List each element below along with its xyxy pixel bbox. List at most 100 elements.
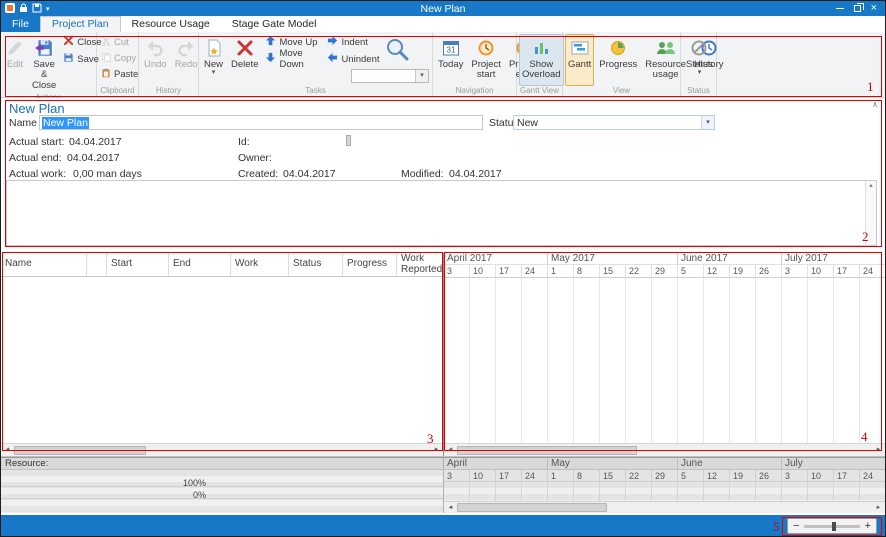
indent-arrow-icon	[327, 35, 338, 49]
ribbon-group-tasks: New ▾ Delete Move Up Move Down	[199, 32, 433, 97]
actual-start-value: 04.04.2017	[69, 136, 122, 148]
resource-left-panel: Resource: 100% 0%	[1, 458, 444, 513]
task-column-work[interactable]: Work	[231, 253, 289, 276]
name-input[interactable]: New Plan	[39, 115, 483, 130]
move-down-label: Move Down	[279, 48, 321, 70]
zoom-slider[interactable]	[804, 525, 859, 528]
cut-scissors-icon	[101, 36, 111, 49]
progress-coin-icon	[609, 36, 627, 60]
resource-chart-area[interactable]	[444, 482, 885, 502]
resource-hscrollbar[interactable]: ◄ ►	[444, 501, 885, 513]
save-and-close-button[interactable]: Save & Close	[29, 34, 59, 93]
status-select[interactable]: New ▾	[513, 115, 715, 130]
scroll-thumb[interactable]	[14, 446, 146, 455]
timeline-month: June	[678, 458, 782, 469]
notes-scrollbar[interactable]: ▲	[865, 181, 876, 245]
task-search-input[interactable]: ▾	[351, 69, 429, 83]
task-column-end[interactable]: End	[169, 253, 231, 276]
task-column-work-reported[interactable]: Work Reported	[397, 253, 443, 276]
timeline-week: 12	[704, 470, 730, 481]
task-column-start[interactable]: Start	[107, 253, 169, 276]
tab-file[interactable]: File	[1, 16, 40, 32]
task-table-hscrollbar[interactable]: ◄ ►	[1, 443, 443, 456]
timeline-week: 5	[678, 470, 704, 481]
today-button[interactable]: 31 Today	[435, 34, 466, 86]
scroll-left-icon[interactable]: ◄	[1, 447, 14, 453]
created-value: 04.04.2017	[283, 168, 336, 180]
timeline-month: April 2017	[444, 253, 548, 264]
scroll-left-icon[interactable]: ◄	[444, 505, 457, 511]
notes-textarea[interactable]: ▲	[6, 180, 877, 246]
redo-button[interactable]: Redo	[172, 34, 201, 86]
task-column-progress[interactable]: Progress	[343, 253, 397, 276]
paste-clipboard-icon	[101, 68, 111, 81]
close-window-button[interactable]: ×	[871, 3, 877, 14]
task-column-status[interactable]: Status	[289, 253, 343, 276]
scroll-right-icon[interactable]: ►	[430, 447, 443, 453]
project-start-button[interactable]: Project start	[468, 34, 504, 86]
tab-project-plan[interactable]: Project Plan	[40, 16, 121, 32]
name-label: Name	[9, 117, 37, 129]
status-button[interactable]: Status ▾	[683, 34, 716, 86]
notes-scroll-up-icon[interactable]: ▲	[866, 181, 876, 191]
qat-save-icon[interactable]	[32, 0, 42, 18]
gantt-view-button[interactable]: Gantt	[565, 34, 594, 86]
status-select-value: New	[514, 117, 538, 129]
move-up-label: Move Up	[279, 37, 317, 48]
timeline-week: 24	[522, 470, 548, 481]
zoom-in-button[interactable]: +	[865, 519, 871, 533]
group-label-status: Status	[681, 86, 716, 97]
restore-button[interactable]	[854, 5, 861, 12]
timeline-week: 15	[600, 265, 626, 277]
cut-button[interactable]: Cut	[99, 34, 136, 50]
timeline-week: 10	[470, 265, 496, 277]
zoom-slider-thumb[interactable]	[832, 522, 836, 531]
search-icon	[384, 36, 410, 67]
show-overload-button[interactable]: Show Overload	[519, 34, 564, 86]
task-column-name[interactable]: Name	[1, 253, 87, 276]
owner-label: Owner:	[238, 152, 272, 164]
search-dropdown-icon[interactable]: ▾	[415, 70, 428, 82]
collapse-chevron-icon[interactable]: ∧	[872, 100, 878, 109]
undo-button[interactable]: Undo	[141, 34, 170, 86]
scroll-right-icon[interactable]: ►	[872, 505, 885, 511]
timeline-week: 8	[574, 265, 600, 277]
tab-resource-usage[interactable]: Resource Usage	[121, 16, 221, 32]
zoom-out-button[interactable]: −	[793, 519, 799, 533]
task-column-blank[interactable]	[87, 253, 107, 276]
gantt-hscrollbar[interactable]: ◄ ►	[444, 443, 885, 456]
copy-button[interactable]: Copy	[99, 50, 136, 66]
scroll-thumb[interactable]	[457, 503, 607, 512]
id-value-box	[346, 135, 351, 146]
delete-task-button[interactable]: Delete	[228, 34, 261, 86]
paste-button[interactable]: Paste	[99, 66, 136, 82]
scale-0-label: 0%	[1, 490, 206, 500]
timeline-week: 10	[808, 265, 834, 277]
page-title: New Plan	[9, 101, 65, 116]
qat-dropdown-icon[interactable]: ▾	[46, 5, 50, 13]
window-title: New Plan	[1, 3, 885, 15]
minimize-button[interactable]	[836, 8, 844, 9]
app-icon	[5, 0, 15, 18]
task-table-body[interactable]	[1, 277, 443, 443]
progress-view-label: Progress	[599, 60, 637, 70]
move-down-button[interactable]: Move Down	[263, 51, 323, 67]
task-table: Name StartEndWorkStatusProgressWork Repor…	[1, 253, 444, 456]
new-task-button[interactable]: New ▾	[201, 34, 226, 86]
save-floppy-icon	[63, 52, 74, 66]
gantt-chart-area[interactable]	[444, 278, 885, 443]
timeline-week: 10	[808, 470, 834, 481]
progress-view-button[interactable]: Progress	[596, 34, 640, 86]
unindent-button[interactable]: Unindent	[325, 51, 381, 67]
edit-button[interactable]: Edit	[3, 34, 27, 93]
scroll-thumb[interactable]	[457, 446, 637, 455]
undo-arrow-icon	[145, 36, 165, 60]
indent-button[interactable]: Indent	[325, 34, 381, 50]
timeline-week: 3	[444, 265, 470, 277]
timeline-week: 17	[496, 265, 522, 277]
scroll-left-icon[interactable]: ◄	[444, 447, 457, 453]
status-select-arrow-icon[interactable]: ▾	[701, 116, 714, 129]
scroll-right-icon[interactable]: ►	[872, 447, 885, 453]
status-dropdown-icon: ▾	[698, 70, 702, 76]
tab-stage-gate-model[interactable]: Stage Gate Model	[221, 16, 328, 32]
